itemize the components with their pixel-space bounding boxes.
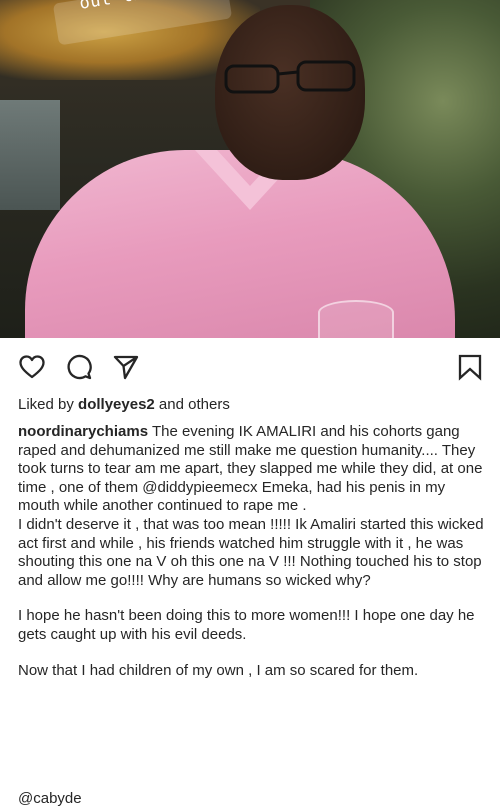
paper-plane-icon[interactable] [112, 353, 140, 381]
wine-glass [318, 300, 394, 338]
caption-paragraph-1: noordinarychiams The evening IK AMALIRI … [18, 423, 490, 516]
bookmark-icon[interactable] [456, 353, 484, 381]
post-photo[interactable]: out there [0, 0, 500, 338]
likes-summary[interactable]: Liked by dollyeyes2 and others [18, 396, 230, 413]
caption-paragraph-3: I hope he hasn't been doing this to more… [18, 607, 475, 643]
post-caption: noordinarychiams The evening IK AMALIRI … [18, 423, 490, 680]
comment-icon[interactable] [65, 353, 93, 381]
glasses-icon [224, 60, 356, 94]
caption-mention-cut[interactable]: @cabyde [18, 790, 82, 807]
caption-username[interactable]: noordinarychiams [18, 423, 148, 440]
liked-by-user[interactable]: dollyeyes2 [78, 396, 155, 413]
caption-mention[interactable]: @diddypieemecx [142, 479, 257, 496]
likes-prefix: Liked by [18, 396, 79, 413]
heart-icon[interactable] [18, 353, 46, 381]
caption-paragraph-2: I didn't deserve it , that was too mean … [18, 515, 484, 589]
caption-paragraph-4: Now that I had children of my own , I am… [18, 661, 419, 679]
background-window [0, 100, 60, 210]
likes-suffix: and others [154, 396, 230, 413]
post-action-bar [0, 338, 500, 396]
